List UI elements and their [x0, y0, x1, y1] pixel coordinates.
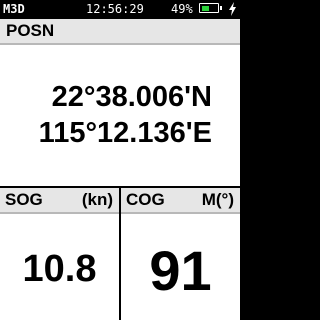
- battery-percent: 49%: [171, 2, 193, 16]
- battery-level-fill: [201, 5, 209, 11]
- cog-value: 91: [149, 239, 212, 302]
- lightning-icon: [229, 2, 236, 16]
- sog-unit: (kn): [81, 190, 113, 209]
- battery-icon: [199, 3, 222, 13]
- sog-value: 10.8: [22, 248, 97, 290]
- cog-title: COG: [126, 190, 165, 209]
- cog-panel[interactable]: COG M(°) 91: [121, 188, 240, 320]
- cog-panel-header: COG M(°): [121, 188, 240, 214]
- sog-panel[interactable]: SOG (kn) 10.8: [0, 188, 119, 320]
- longitude-value: 115°12.136'E: [38, 117, 212, 149]
- sog-title: SOG: [5, 190, 43, 209]
- position-panel-header: POSN: [0, 19, 240, 45]
- cog-unit: M(°): [201, 190, 234, 209]
- status-bar: M3D 12:56:29 49%: [0, 0, 240, 18]
- sog-panel-header: SOG (kn): [0, 188, 119, 214]
- gps-fix-mode: M3D: [3, 2, 25, 16]
- latitude-value: 22°38.006'N: [51, 81, 212, 113]
- position-panel[interactable]: POSN 22°38.006'N 115°12.136'E: [0, 19, 240, 186]
- clock-time: 12:56:29: [86, 2, 144, 16]
- position-title: POSN: [6, 21, 55, 40]
